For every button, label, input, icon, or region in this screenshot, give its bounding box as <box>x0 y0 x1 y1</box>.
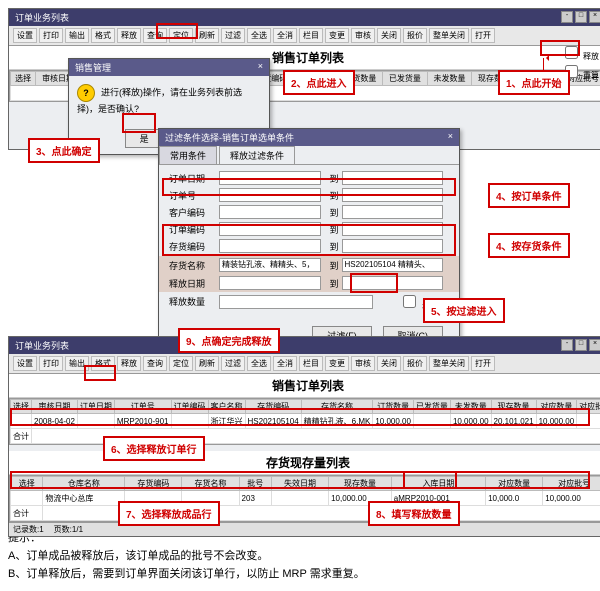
unchecked-checkbox[interactable] <box>403 295 416 308</box>
table-row[interactable]: 物流中心总库20310,000.00aMRP2010-00110,000.010… <box>11 491 600 506</box>
toolbar-输出[interactable]: 输出 <box>65 28 89 43</box>
toolbar-全消[interactable]: 全消 <box>273 28 297 43</box>
col-header: 已发货量 <box>383 72 428 86</box>
toolbar-释放[interactable]: 释放 <box>117 28 141 43</box>
callout-7: 7、选择释放成品行 <box>118 501 220 526</box>
callout-4a: 4、按订单条件 <box>488 183 570 208</box>
toolbar: 设置打印输出格式释放查询定位刷新过滤全选全消栏目变更审核关闭报价整单关闭打开 <box>9 26 600 46</box>
toolbar-关闭[interactable]: 关闭 <box>377 356 401 371</box>
window-title: 订单业务列表 <box>15 11 69 24</box>
hl-release-btn <box>156 23 198 39</box>
callout-3: 3、点此确定 <box>28 138 100 163</box>
dialog-title: 销售管理 <box>75 61 111 74</box>
toolbar-定位[interactable]: 定位 <box>169 356 193 371</box>
toolbar-整单关闭[interactable]: 整单关闭 <box>429 356 469 371</box>
toolbar-刷新[interactable]: 刷新 <box>195 356 219 371</box>
titlebar: 订单业务列表 -□× <box>9 9 600 26</box>
customer-from[interactable] <box>219 205 321 219</box>
toolbar-设置[interactable]: 设置 <box>13 28 37 43</box>
callout-9: 9、点确定完成释放 <box>178 328 280 353</box>
max-icon[interactable]: □ <box>575 11 587 23</box>
toolbar-过滤[interactable]: 过滤 <box>221 356 245 371</box>
invname-to[interactable]: HS202105104 精精头、5、MK <box>342 258 444 272</box>
toolbar-关闭[interactable]: 关闭 <box>377 28 401 43</box>
close-icon[interactable]: × <box>589 339 600 351</box>
col-header: 未发数量 <box>427 72 472 86</box>
callout-5: 5、按过滤进入 <box>423 298 505 323</box>
dialog-message: 进行(释放)操作，请在业务列表前选择)，是否确认? <box>77 87 242 114</box>
question-icon: ? <box>77 84 95 102</box>
reldate-from[interactable] <box>219 276 321 290</box>
callout-2: 2、点此进入 <box>283 70 355 95</box>
tab-release[interactable]: 释放过滤条件 <box>219 146 295 164</box>
max-icon[interactable]: □ <box>575 339 587 351</box>
tab-common[interactable]: 常用条件 <box>159 146 217 164</box>
hl-stock-row <box>10 471 590 489</box>
relqty[interactable] <box>219 295 373 309</box>
col-header: 选择 <box>11 72 36 86</box>
invname-from[interactable]: 精装钻孔液、精精头、5，MK <box>219 258 321 272</box>
toolbar-栏目[interactable]: 栏目 <box>299 28 323 43</box>
close-icon[interactable]: × <box>448 131 453 144</box>
callout-4b: 4、按存货条件 <box>488 233 570 258</box>
toolbar-打印[interactable]: 打印 <box>39 356 63 371</box>
hl-filter-btn <box>350 273 398 293</box>
min-icon[interactable]: - <box>561 339 573 351</box>
toolbar-报价[interactable]: 报价 <box>403 356 427 371</box>
toolbar-全选[interactable]: 全选 <box>247 356 271 371</box>
toolbar-变更[interactable]: 变更 <box>325 28 349 43</box>
callout-8: 8、填写释放数量 <box>368 501 460 526</box>
toolbar-栏目[interactable]: 栏目 <box>299 356 323 371</box>
filter-title: 过滤条件选择-销售订单选单条件 <box>165 131 294 144</box>
toolbar-全选[interactable]: 全选 <box>247 28 271 43</box>
hl-qty-cell <box>403 471 457 489</box>
callout-6: 6、选择释放订单行 <box>103 436 205 461</box>
toolbar-刷新[interactable]: 刷新 <box>195 28 219 43</box>
hl-confirm-btn <box>84 365 116 381</box>
toolbar-全消[interactable]: 全消 <box>273 356 297 371</box>
toolbar-过滤[interactable]: 过滤 <box>221 28 245 43</box>
hint-a: A、订单成品被释放后，该订单成品的批号不会改变。 <box>8 547 600 563</box>
toolbar-整单关闭[interactable]: 整单关闭 <box>429 28 469 43</box>
hl-sales-row <box>10 408 590 426</box>
toolbar-报价[interactable]: 报价 <box>403 28 427 43</box>
hint-b: B、订单释放后，需要到订单界面关闭该订单行，以防止 MRP 需求重复。 <box>8 565 600 581</box>
min-icon[interactable]: - <box>561 11 573 23</box>
status-bar: 记录数:1页数:1/1 <box>9 522 600 536</box>
toolbar-查询[interactable]: 查询 <box>143 356 167 371</box>
toolbar-打开[interactable]: 打开 <box>471 28 495 43</box>
close-icon[interactable]: × <box>589 11 600 23</box>
toolbar-设置[interactable]: 设置 <box>13 356 37 371</box>
hl-orderno-row <box>162 178 456 196</box>
toolbar-审核[interactable]: 审核 <box>351 356 375 371</box>
callout-1: 1、点此开始 <box>498 70 570 95</box>
toolbar-审核[interactable]: 审核 <box>351 28 375 43</box>
hl-inv-rows <box>162 224 456 256</box>
customer-to[interactable] <box>342 205 444 219</box>
hl-release-opt <box>540 40 580 56</box>
toolbar-格式[interactable]: 格式 <box>91 28 115 43</box>
toolbar-变更[interactable]: 变更 <box>325 356 349 371</box>
toolbar-打印[interactable]: 打印 <box>39 28 63 43</box>
toolbar-释放[interactable]: 释放 <box>117 356 141 371</box>
toolbar-打开[interactable]: 打开 <box>471 356 495 371</box>
close-icon[interactable]: × <box>258 61 263 74</box>
hl-yes-btn <box>122 113 156 133</box>
